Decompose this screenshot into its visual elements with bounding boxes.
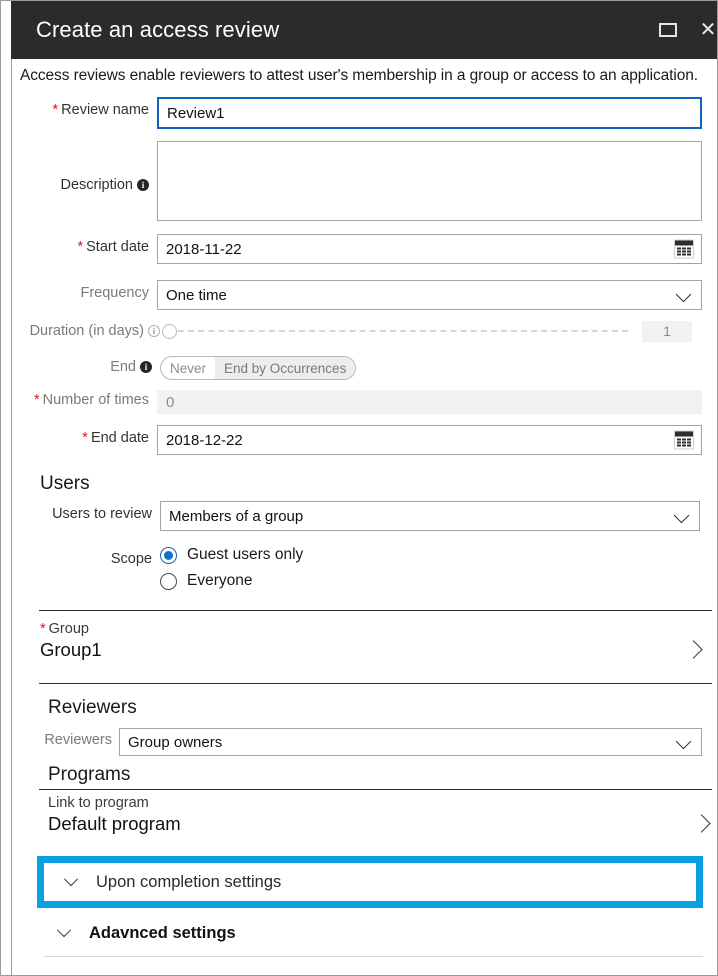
info-icon[interactable]: i xyxy=(137,179,149,191)
users-to-review-value: Members of a group xyxy=(169,508,303,525)
review-name-input[interactable] xyxy=(157,97,702,129)
screenshot-root: Create an access review ✕ Access reviews… xyxy=(0,0,718,976)
chevron-down-icon xyxy=(676,287,692,303)
scope-option-label: Everyone xyxy=(187,572,252,590)
chevron-down-icon xyxy=(64,872,78,886)
required-asterisk: * xyxy=(53,102,59,118)
info-icon[interactable]: i xyxy=(140,361,152,373)
info-icon-outline[interactable]: i xyxy=(148,325,160,337)
reviewers-section-title: Reviewers xyxy=(48,697,137,719)
slider-track[interactable] xyxy=(178,330,628,332)
intro-text: Access reviews enable reviewers to attes… xyxy=(12,59,718,85)
window-title: Create an access review xyxy=(36,17,279,43)
window-controls: ✕ xyxy=(651,1,718,59)
maximize-icon xyxy=(659,23,677,37)
calendar-icon[interactable] xyxy=(674,431,694,450)
radio-everyone[interactable] xyxy=(160,573,177,590)
group-label: *Group xyxy=(40,621,712,637)
reviewers-label: Reviewers xyxy=(12,728,112,748)
end-date-value: 2018-12-22 xyxy=(166,432,243,449)
reviewers-value: Group owners xyxy=(128,734,222,751)
blade-body: Access reviews enable reviewers to attes… xyxy=(11,59,718,976)
review-name-label: *Review name xyxy=(12,97,149,118)
frequency-label: Frequency xyxy=(12,280,149,301)
accordion-advanced-settings[interactable]: Adavnced settings xyxy=(44,911,703,955)
start-date-label: *Start date xyxy=(12,234,149,255)
maximize-button[interactable] xyxy=(651,1,685,59)
divider-above-group xyxy=(39,610,712,611)
number-of-times-label: *Number of times xyxy=(12,390,149,408)
divider-below-programs-title xyxy=(39,789,712,790)
chevron-down-icon xyxy=(676,734,692,750)
duration-slider[interactable]: 1 xyxy=(162,320,692,342)
required-asterisk: * xyxy=(77,239,83,255)
divider-bottom xyxy=(44,956,703,957)
required-asterisk: * xyxy=(40,621,46,637)
group-value: Group1 xyxy=(40,639,712,661)
required-asterisk: * xyxy=(82,430,88,446)
field-row-number-of-times: *Number of times 0 xyxy=(12,390,702,414)
users-to-review-label: Users to review xyxy=(12,501,152,522)
field-row-frequency: Frequency One time xyxy=(12,280,702,310)
description-textarea[interactable] xyxy=(157,141,702,221)
required-asterisk: * xyxy=(34,392,40,408)
field-row-end: Endi Never End by Occurrences xyxy=(12,356,702,380)
divider-above-reviewers xyxy=(39,683,712,684)
link-to-program-nav-row[interactable]: Link to program Default program xyxy=(48,795,712,851)
start-date-input[interactable]: 2018-11-22 xyxy=(157,234,702,264)
frequency-value: One time xyxy=(166,287,227,304)
number-of-times-value: 0 xyxy=(166,394,174,411)
start-date-value: 2018-11-22 xyxy=(166,241,242,258)
link-to-program-label: Link to program xyxy=(48,795,712,811)
frequency-select[interactable]: One time xyxy=(157,280,702,310)
field-row-start-date: *Start date 2018-11-22 xyxy=(12,234,702,264)
end-label: Endi xyxy=(12,356,152,375)
field-row-description: Descriptioni xyxy=(12,141,702,221)
field-row-reviewers: Reviewers Group owners xyxy=(12,728,702,756)
scope-option-label: Guest users only xyxy=(187,546,303,564)
end-date-label: *End date xyxy=(12,425,149,446)
end-toggle-group[interactable]: Never End by Occurrences xyxy=(160,356,356,380)
duration-value: 1 xyxy=(642,321,692,342)
scope-label: Scope xyxy=(12,546,152,567)
scope-option-guest-users-only[interactable]: Guest users only xyxy=(160,546,303,564)
users-to-review-select[interactable]: Members of a group xyxy=(160,501,700,531)
field-row-users-to-review: Users to review Members of a group xyxy=(12,501,702,531)
programs-section-title: Programs xyxy=(48,764,130,786)
scope-option-everyone[interactable]: Everyone xyxy=(160,572,303,590)
end-date-input[interactable]: 2018-12-22 xyxy=(157,425,702,455)
link-to-program-value: Default program xyxy=(48,813,712,835)
chevron-down-icon xyxy=(674,508,690,524)
slider-handle[interactable] xyxy=(162,324,177,339)
description-label: Descriptioni xyxy=(12,141,149,193)
chevron-down-icon xyxy=(57,923,71,937)
calendar-icon[interactable] xyxy=(674,240,694,259)
accordion-label: Adavnced settings xyxy=(89,924,236,943)
group-nav-row[interactable]: *Group Group1 xyxy=(40,621,712,683)
field-row-end-date: *End date 2018-12-22 xyxy=(12,425,702,455)
close-button[interactable]: ✕ xyxy=(685,1,718,59)
users-section-title: Users xyxy=(40,473,90,495)
accordion-upon-completion-settings[interactable]: Upon completion settings xyxy=(37,856,703,908)
end-option-end-by-occurrences[interactable]: End by Occurrences xyxy=(215,357,355,379)
window-titlebar: Create an access review ✕ xyxy=(11,1,718,59)
field-row-review-name: *Review name xyxy=(12,97,702,129)
accordion-label: Upon completion settings xyxy=(96,873,281,892)
close-icon: ✕ xyxy=(700,20,717,40)
field-row-duration: Duration (in days)i 1 xyxy=(12,320,702,342)
number-of-times-input: 0 xyxy=(157,390,702,414)
radio-guest-users-only[interactable] xyxy=(160,547,177,564)
field-row-scope: Scope Guest users only Everyone xyxy=(12,546,702,598)
end-option-never[interactable]: Never xyxy=(161,357,215,379)
reviewers-select[interactable]: Group owners xyxy=(119,728,702,756)
duration-label: Duration (in days)i xyxy=(12,320,160,339)
